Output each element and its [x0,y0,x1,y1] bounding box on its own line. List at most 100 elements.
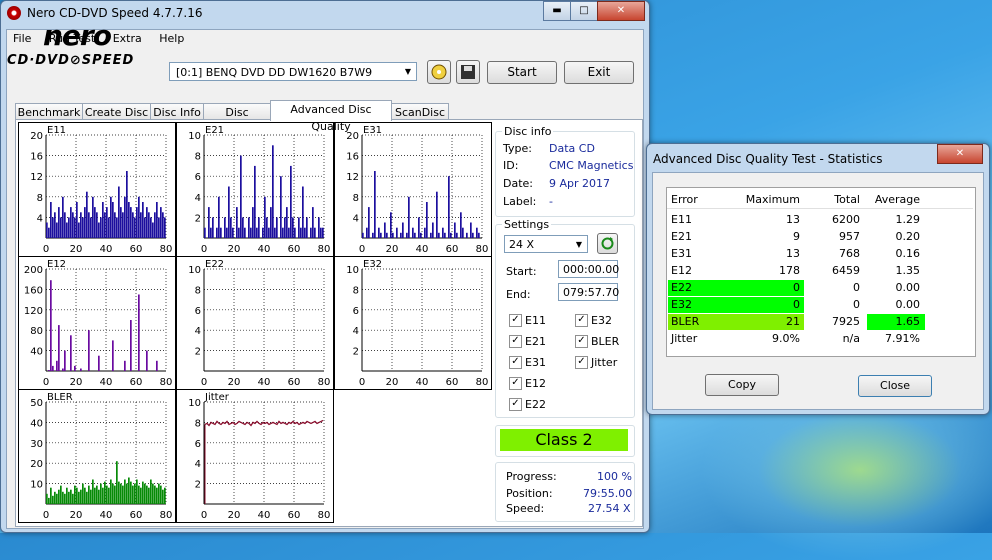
chart-bar [164,487,166,504]
chart-bar [418,217,420,238]
save-icon [461,65,475,79]
chart-ytick-label: 8 [37,193,43,204]
chart-bar [292,217,294,238]
chart-bar [462,227,464,238]
stats-cell-e11-maximum: 13 [786,213,800,226]
chart-bar [216,227,218,238]
chart-bar [86,491,88,504]
stats-header-average[interactable]: Average [875,193,920,206]
checkbox-e32[interactable]: ✓ [575,314,588,327]
chart-bar [66,487,68,504]
chart-bar [232,227,234,238]
stats-cell-bler-error: BLER [671,315,700,328]
stats-header-total[interactable]: Total [834,193,860,206]
stats-header-maximum[interactable]: Maximum [746,193,800,206]
chart-bar [406,232,408,238]
chart-bar [138,485,140,504]
stats-cell-bler-total: 7925 [832,315,860,328]
chart-ytick-label: 16 [346,152,359,163]
chart-bar [90,217,92,238]
chart-title-e12: E12 [47,259,66,270]
start-button[interactable]: Start [487,61,557,84]
chart-xtick-label: 20 [386,377,399,388]
chart-xtick-label: 80 [476,377,489,388]
stats-header-error[interactable]: Error [671,193,698,206]
stats-cell-e12-error: E12 [671,264,692,277]
checkbox-e22[interactable]: ✓ [509,398,522,411]
refresh-speed-button[interactable] [597,233,618,254]
chart-bler: BLER 0 20 40 60 80 10 20 30 40 50 [18,389,176,523]
chart-ytick-label: 160 [24,285,43,296]
chart-bar [150,217,152,238]
checkbox-e31[interactable]: ✓ [509,356,522,369]
chart-bar [472,232,474,238]
menu-help[interactable]: Help [153,30,190,45]
close-button[interactable]: ✕ [597,1,645,21]
chart-bar [72,493,74,504]
chart-bar [294,227,296,238]
chart-bar [304,227,306,238]
checkbox-bler[interactable]: ✓ [575,335,588,348]
chart-xtick-label: 80 [160,244,173,255]
minimize-button[interactable]: ▬ [543,1,571,21]
drive-eject-button[interactable] [427,60,451,84]
chart-svg-e32: E32 0 20 40 60 80 2 4 6 8 10 [346,259,489,388]
chart-bar [78,491,80,504]
chart-xtick-label: 0 [201,244,207,255]
refresh-icon [601,237,614,250]
checkbox-e11[interactable]: ✓ [509,314,522,327]
chart-xtick-label: 60 [130,377,143,388]
chart-bar [310,227,312,238]
copy-button[interactable]: Copy [705,374,779,396]
chart-bar [426,202,428,238]
chart-svg-bler: BLER 0 20 40 60 80 10 20 30 40 50 [30,392,172,521]
stats-close-button[interactable]: ✕ [937,144,983,164]
chart-bar [478,232,480,238]
chart-xtick-label: 60 [130,510,143,521]
checkbox-jitter[interactable]: ✓ [575,356,588,369]
chart-bar [366,227,368,238]
chart-bar [70,489,72,504]
chart-ytick-label: 4 [353,213,359,224]
stats-cell-e32-maximum: 0 [793,298,800,311]
chart-ytick-label: 4 [195,193,201,204]
chart-ytick-label: 8 [195,152,201,163]
chart-bar [268,227,270,238]
checkbox-e12[interactable]: ✓ [509,377,522,390]
checkbox-e21[interactable]: ✓ [509,335,522,348]
stats-titlebar[interactable]: Advanced Disc Quality Test - Statistics … [647,144,989,170]
stats-cell-e11-total: 6200 [832,213,860,226]
chart-bar [392,232,394,238]
chart-xtick-label: 40 [100,510,113,521]
chart-bar [112,340,114,371]
start-time-input[interactable]: 000:00.00 [558,260,619,278]
speed-select[interactable]: 24 X ▼ [504,235,588,253]
chart-bar [118,186,120,238]
chart-title-bler: BLER [47,392,73,403]
chart-bar [144,217,146,238]
app-icon [7,6,21,20]
maximize-button[interactable]: □ [570,1,598,21]
tab-advanced-disc-quality[interactable]: Advanced Disc Quality [270,100,392,133]
chart-ytick-label: 8 [195,285,201,296]
chart-bar [444,232,446,238]
chart-title-jitter: Jitter [204,392,230,403]
chart-xtick-label: 20 [70,377,83,388]
end-time-input[interactable]: 079:57.70 [558,283,619,301]
stats-close-action-button[interactable]: Close [858,375,932,397]
save-button[interactable] [456,60,480,84]
stats-cell-e31-average: 0.16 [895,247,921,260]
chart-title-e21: E21 [205,125,224,136]
chart-bar [52,365,54,371]
drive-select[interactable]: [0:1] BENQ DVD DD DW1620 B7W9 ▼ [169,62,417,81]
chart-bar [70,207,72,238]
chart-xtick-label: 60 [288,377,301,388]
menu-extra[interactable]: Extra [107,30,148,45]
chart-bar [132,485,134,504]
chart-bar [114,485,116,504]
chart-ytick-label: 12 [346,172,359,183]
menu-file[interactable]: File [7,30,37,45]
exit-button[interactable]: Exit [564,61,634,84]
chart-svg-e11: E11 0 20 40 60 80 4 8 12 16 20 [30,125,173,255]
chart-bar [48,370,50,371]
